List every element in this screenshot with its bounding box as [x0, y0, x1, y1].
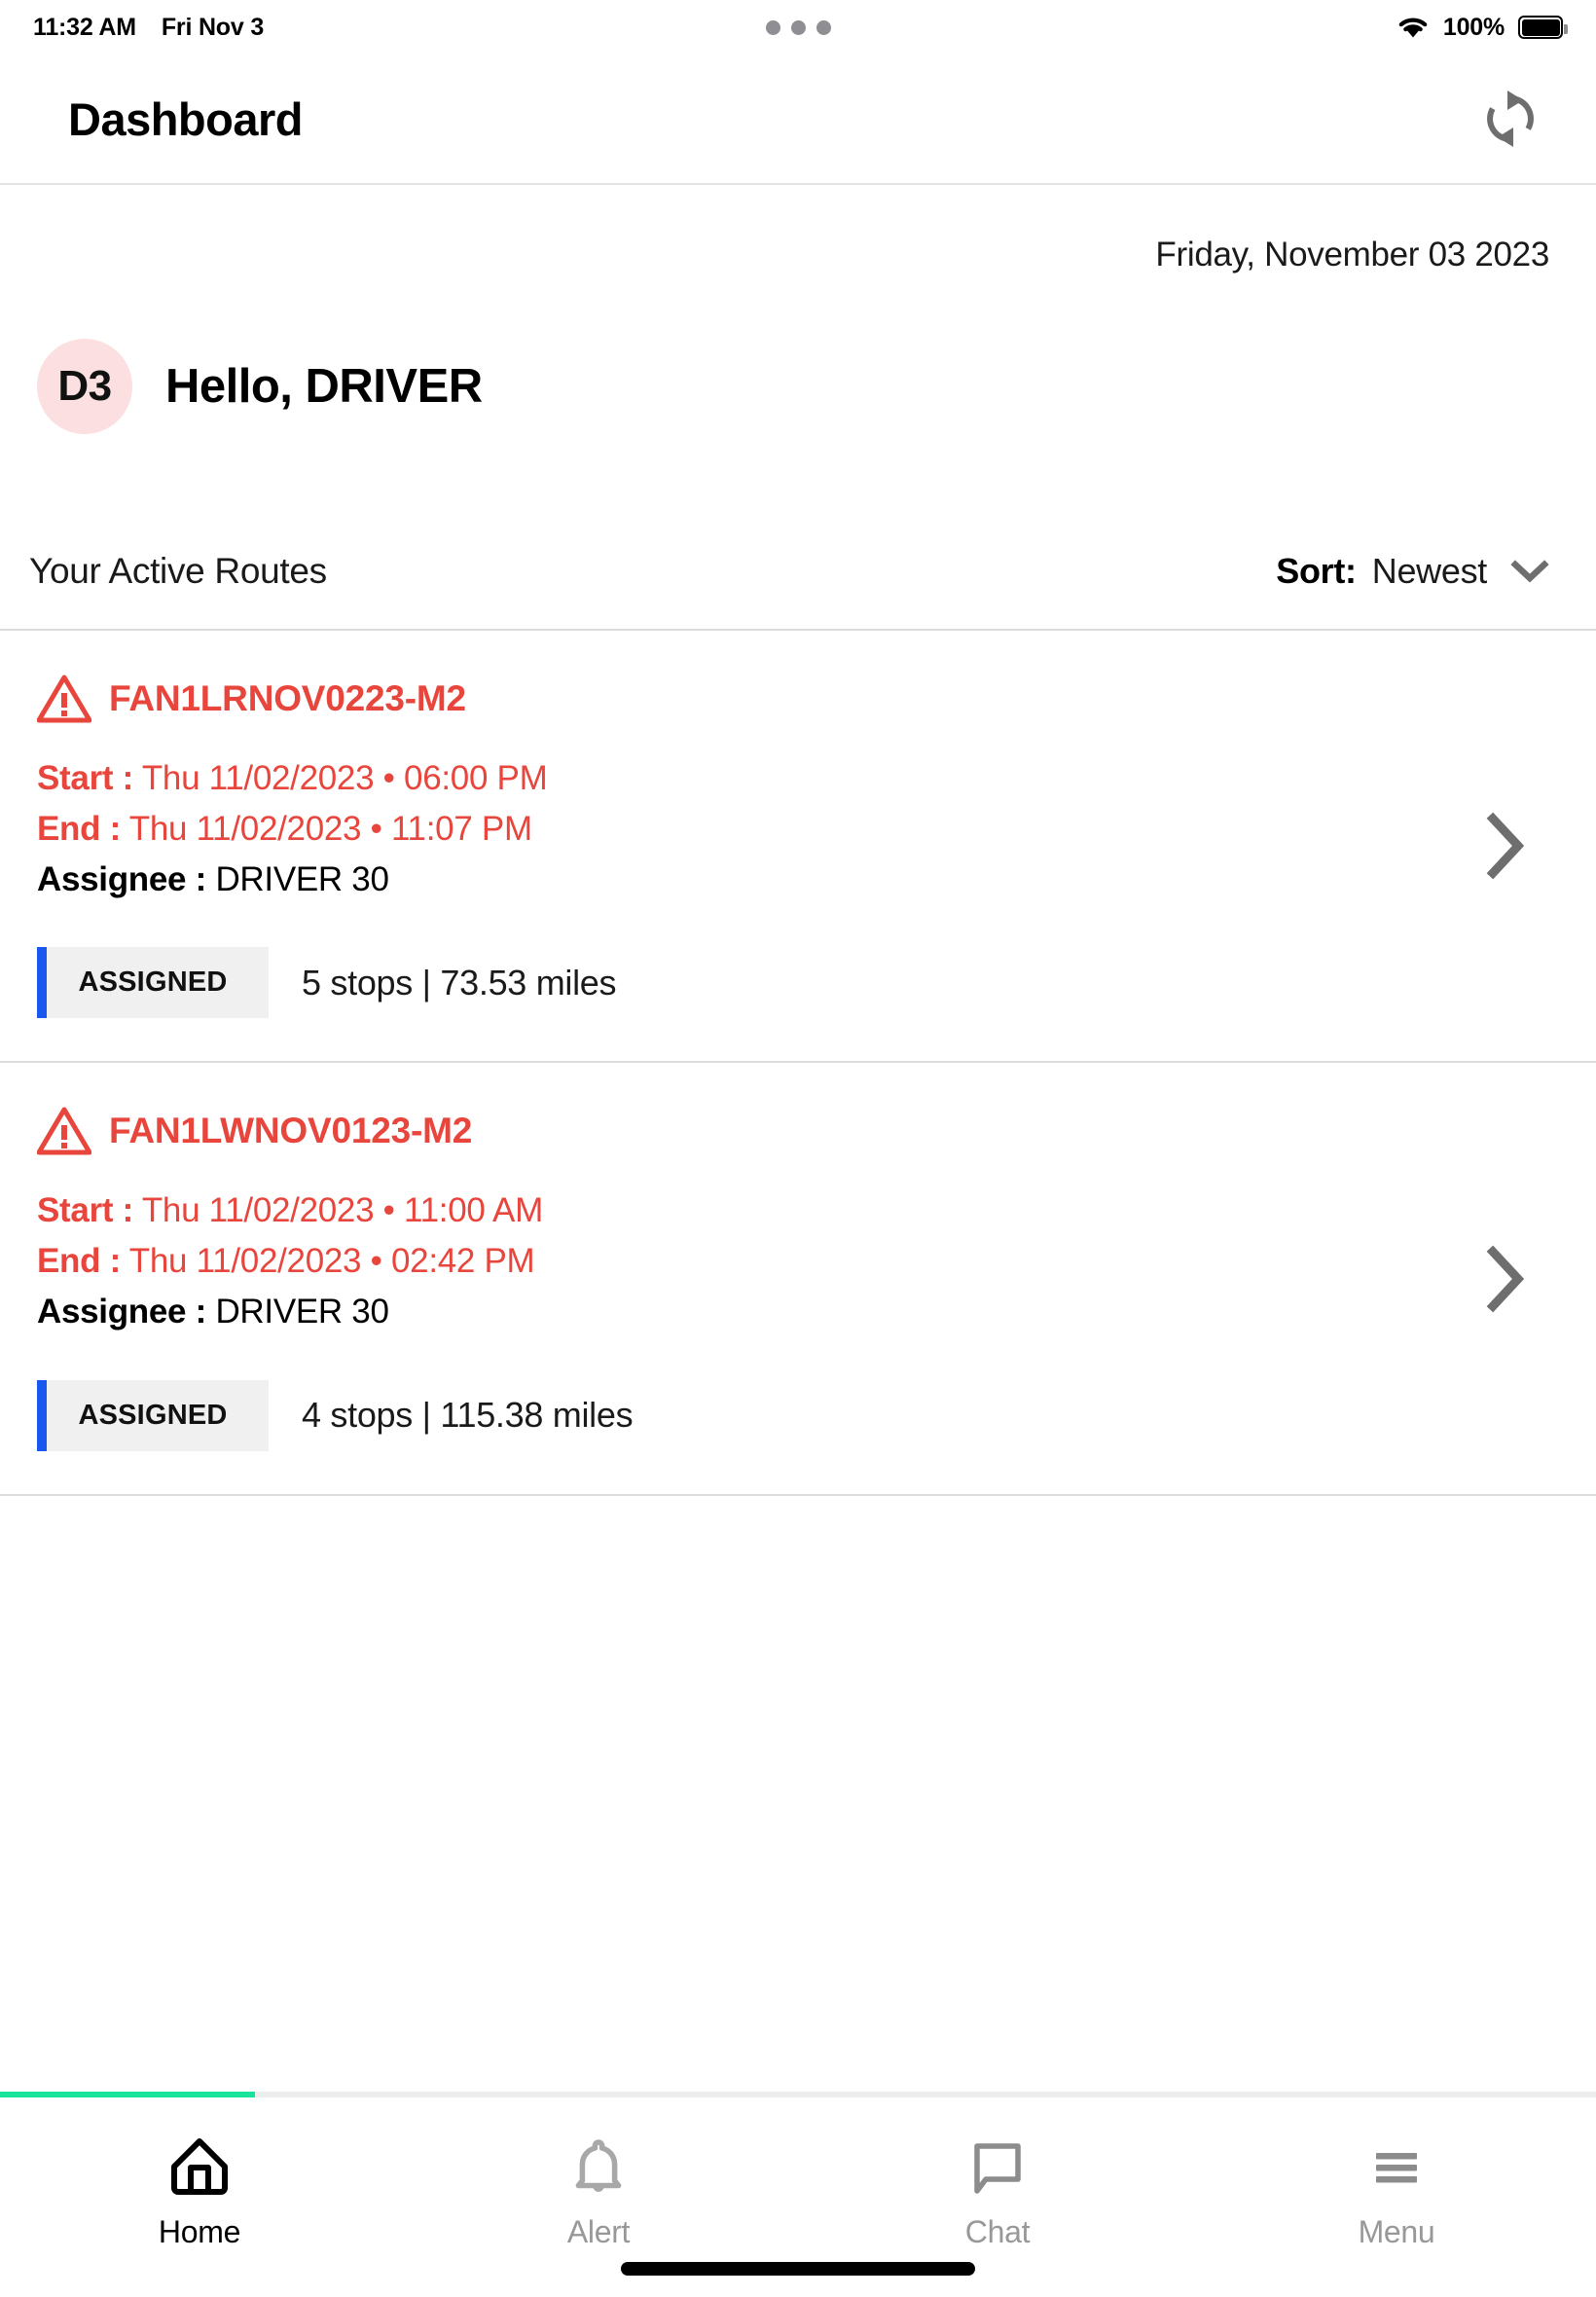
three-dots-icon: [790, 19, 806, 35]
route-assignee-value: DRIVER 30: [215, 859, 389, 898]
status-bar-right: 100%: [1396, 13, 1568, 42]
sort-dropdown[interactable]: Sort: Newest: [1276, 551, 1549, 592]
home-indicator: [621, 2262, 975, 2276]
route-end-value: Thu 11/02/2023 • 02:42 PM: [128, 1242, 535, 1281]
nav-item-home[interactable]: Home: [0, 2097, 399, 2250]
sort-value: Newest: [1371, 551, 1488, 591]
current-date: Friday, November 03 2023: [1155, 236, 1549, 273]
sort-label: Sort:: [1276, 551, 1357, 591]
chevron-down-icon: [1510, 559, 1549, 584]
page-title: Dashboard: [68, 92, 304, 145]
battery-full-icon: [1518, 16, 1568, 39]
route-details: Start : Thu 11/02/2023 • 11:00 AM End : …: [37, 1185, 1596, 1336]
routes-list-header: Your Active Routes Sort: Newest: [0, 434, 1596, 592]
status-bar: 11:32 AM Fri Nov 3 100%: [0, 0, 1596, 55]
route-assignee-line: Assignee : DRIVER 30: [37, 855, 1596, 905]
route-end-label: End :: [37, 809, 121, 848]
warning-triangle-icon: [36, 1106, 92, 1156]
status-badge-label: ASSIGNED: [78, 966, 228, 999]
route-meta-row: ASSIGNED 5 stops | 73.53 miles: [37, 947, 1596, 1019]
section-title: Your Active Routes: [29, 551, 327, 591]
nav-item-menu[interactable]: Menu: [1197, 2097, 1596, 2250]
app-header: Dashboard: [0, 55, 1596, 185]
route-start-label: Start :: [37, 759, 134, 797]
route-name-row: FAN1LRNOV0223-M2: [36, 674, 1596, 724]
route-open-chevron[interactable]: [1483, 811, 1528, 881]
route-end-line: End : Thu 11/02/2023 • 11:07 PM: [37, 804, 1596, 855]
avatar-initials: D3: [57, 362, 112, 410]
route-summary: 5 stops | 73.53 miles: [302, 962, 617, 1003]
hamburger-menu-icon: [1364, 2133, 1429, 2201]
main-content: Friday, November 03 2023 D3 Hello, DRIVE…: [0, 185, 1596, 1496]
nav-item-chat[interactable]: Chat: [798, 2097, 1197, 2250]
greeting-text: Hello, DRIVER: [165, 360, 483, 413]
home-icon: [167, 2133, 232, 2201]
route-name: FAN1LRNOV0223-M2: [109, 678, 466, 718]
route-assignee-line: Assignee : DRIVER 30: [37, 1287, 1596, 1337]
status-badge: ASSIGNED: [37, 1379, 269, 1451]
route-open-chevron[interactable]: [1483, 1244, 1528, 1314]
wifi-icon: [1396, 15, 1430, 40]
route-assignee-label: Assignee :: [37, 1292, 206, 1331]
status-time: 11:32 AM: [33, 13, 136, 41]
route-assignee-label: Assignee :: [37, 859, 206, 898]
refresh-button[interactable]: [1471, 80, 1549, 158]
nav-label-home: Home: [158, 2214, 241, 2249]
three-dots-icon: [816, 19, 831, 35]
status-date: Fri Nov 3: [161, 13, 265, 41]
route-end-value: Thu 11/02/2023 • 11:07 PM: [128, 809, 532, 848]
route-card[interactable]: FAN1LWNOV0123-M2 Start : Thu 11/02/2023 …: [0, 1063, 1596, 1496]
greeting-row: D3 Hello, DRIVER: [0, 274, 1596, 434]
nav-label-chat: Chat: [964, 2214, 1031, 2249]
nav-label-alert: Alert: [566, 2214, 631, 2249]
nav-label-menu: Menu: [1358, 2214, 1435, 2249]
route-card[interactable]: FAN1LRNOV0223-M2 Start : Thu 11/02/2023 …: [0, 631, 1596, 1064]
three-dots-icon: [765, 19, 780, 35]
status-bar-left: 11:32 AM Fri Nov 3: [33, 14, 264, 42]
chevron-right-icon: [1486, 812, 1525, 880]
status-badge: ASSIGNED: [37, 947, 269, 1019]
route-end-line: End : Thu 11/02/2023 • 02:42 PM: [37, 1236, 1596, 1287]
route-assignee-value: DRIVER 30: [215, 1292, 389, 1331]
battery-percent: 100%: [1442, 13, 1505, 41]
current-date-row: Friday, November 03 2023: [0, 185, 1596, 274]
route-meta-row: ASSIGNED 4 stops | 115.38 miles: [37, 1379, 1596, 1451]
route-name: FAN1LWNOV0123-M2: [109, 1111, 473, 1151]
chat-bubble-icon: [965, 2133, 1030, 2201]
nav-item-alert[interactable]: Alert: [399, 2097, 798, 2250]
bell-icon: [566, 2133, 631, 2201]
warning-triangle-icon: [36, 674, 92, 724]
chevron-right-icon: [1486, 1245, 1525, 1312]
route-summary: 4 stops | 115.38 miles: [302, 1395, 634, 1436]
route-start-line: Start : Thu 11/02/2023 • 06:00 PM: [37, 753, 1596, 804]
status-badge-label: ASSIGNED: [78, 1399, 228, 1431]
refresh-icon: [1487, 91, 1534, 147]
route-start-label: Start :: [37, 1191, 134, 1230]
route-name-row: FAN1LWNOV0123-M2: [36, 1106, 1596, 1156]
route-end-label: End :: [37, 1242, 121, 1281]
avatar: D3: [37, 339, 132, 434]
route-start-value: Thu 11/02/2023 • 06:00 PM: [141, 759, 548, 797]
route-details: Start : Thu 11/02/2023 • 06:00 PM End : …: [37, 753, 1596, 904]
route-start-value: Thu 11/02/2023 • 11:00 AM: [141, 1191, 543, 1230]
route-start-line: Start : Thu 11/02/2023 • 11:00 AM: [37, 1185, 1596, 1236]
